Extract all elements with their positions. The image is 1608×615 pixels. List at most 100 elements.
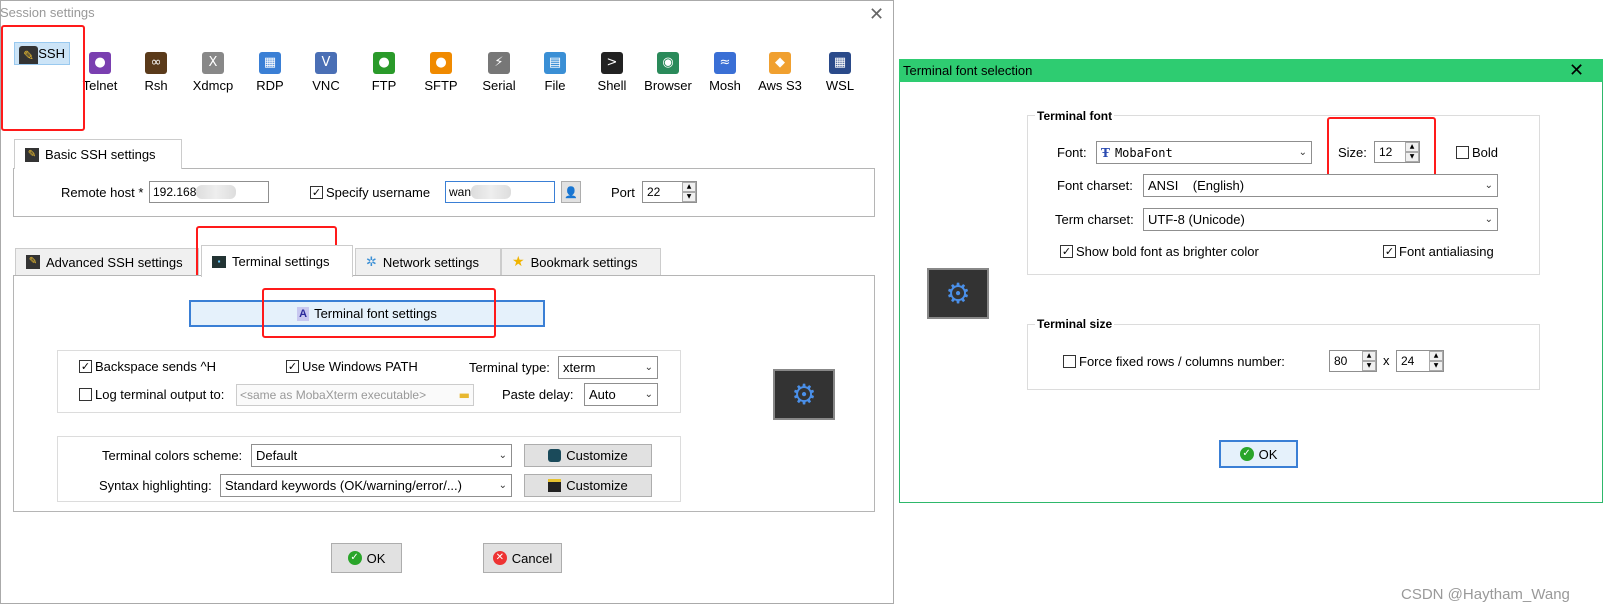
tab-terminal-settings[interactable]: ▪ Terminal settings bbox=[201, 245, 353, 277]
session-type-label: Rsh bbox=[144, 78, 168, 93]
session-type-rsh[interactable]: ∞ Rsh bbox=[128, 42, 184, 106]
font-ok-button[interactable]: ✓ OK bbox=[1219, 440, 1298, 468]
bold-brighter-label: Show bold font as brighter color bbox=[1076, 244, 1259, 259]
paste-delay-value: Auto bbox=[589, 387, 616, 402]
font-select[interactable]: Ŧ MobaFont ⌄ bbox=[1096, 141, 1312, 164]
tab-label: Advanced SSH settings bbox=[46, 254, 183, 270]
session-type-xdmcp[interactable]: X Xdmcp bbox=[185, 42, 241, 106]
spin-down-icon[interactable]: ▼ bbox=[1362, 361, 1376, 371]
close-icon[interactable]: ✕ bbox=[869, 6, 884, 24]
paste-delay-label: Paste delay: bbox=[502, 387, 574, 402]
paste-delay-select[interactable]: Auto ⌄ bbox=[584, 383, 658, 406]
session-type-serial[interactable]: ⚡ Serial bbox=[471, 42, 527, 106]
vnc-icon: V bbox=[315, 52, 337, 74]
watermark: CSDN @Haytham_Wang bbox=[1401, 586, 1570, 603]
browser-icon: ◉ bbox=[657, 52, 679, 74]
button-label: Terminal font settings bbox=[314, 306, 437, 321]
font-charset-select[interactable]: ANSI (English) ⌄ bbox=[1143, 174, 1498, 197]
terminal-font-group-label: Terminal font bbox=[1035, 109, 1115, 123]
tab-advanced-ssh-settings[interactable]: ✎ Advanced SSH settings bbox=[15, 248, 199, 275]
customize-syntax-button[interactable]: Customize bbox=[524, 474, 652, 497]
username-input[interactable]: wan bbox=[445, 181, 555, 203]
session-type-rdp[interactable]: ▦ RDP bbox=[242, 42, 298, 106]
backspace-checkbox[interactable]: ✓ Backspace sends ^H bbox=[79, 359, 216, 374]
terminal-font-settings-button[interactable]: A Terminal font settings bbox=[189, 300, 545, 327]
port-value: 22 bbox=[647, 185, 661, 199]
session-type-aws-s3[interactable]: ◆ Aws S3 bbox=[752, 42, 808, 106]
check-icon: ✓ bbox=[1239, 447, 1254, 461]
spin-down-icon[interactable]: ▼ bbox=[1405, 152, 1419, 162]
log-output-checkbox[interactable]: Log terminal output to: bbox=[79, 387, 224, 402]
button-label: Customize bbox=[566, 448, 628, 463]
session-type-wsl[interactable]: ▦ WSL bbox=[812, 42, 868, 106]
close-icon[interactable]: ✕ bbox=[1569, 62, 1584, 80]
chevron-down-icon: ⌄ bbox=[1484, 214, 1493, 225]
spin-down-icon[interactable]: ▼ bbox=[682, 192, 696, 202]
session-type-label: Mosh bbox=[709, 78, 741, 93]
spin-up-icon[interactable]: ▲ bbox=[1405, 142, 1419, 152]
customize-colors-button[interactable]: Customize bbox=[524, 444, 652, 467]
size-stepper[interactable]: 12 ▲ ▼ bbox=[1374, 141, 1420, 163]
cols-value: 24 bbox=[1401, 354, 1415, 368]
bold-brighter-checkbox[interactable]: ✓ Show bold font as brighter color bbox=[1060, 244, 1259, 259]
truetype-icon: Ŧ bbox=[1101, 145, 1110, 160]
session-type-mosh[interactable]: ≈ Mosh bbox=[697, 42, 753, 106]
session-type-ssh[interactable]: ✎ SSH bbox=[14, 42, 70, 65]
session-type-label: File bbox=[544, 78, 566, 93]
blurred-region bbox=[471, 185, 512, 199]
xdmcp-icon: X bbox=[202, 52, 224, 74]
specify-username-label: Specify username bbox=[326, 185, 431, 200]
tab-network-settings[interactable]: ✲ Network settings bbox=[355, 248, 501, 275]
size-label: Size: bbox=[1338, 145, 1367, 160]
spin-up-icon[interactable]: ▲ bbox=[1362, 351, 1376, 361]
user-picker-icon[interactable]: 👤 bbox=[561, 181, 581, 203]
port-label: Port bbox=[611, 185, 635, 200]
session-type-ftp[interactable]: ● FTP bbox=[356, 42, 412, 106]
x-separator: x bbox=[1383, 353, 1390, 368]
tab-basic-ssh-settings[interactable]: ✎ Basic SSH settings bbox=[14, 139, 182, 169]
session-type-shell[interactable]: > Shell bbox=[584, 42, 640, 106]
antialias-label: Font antialiasing bbox=[1399, 244, 1494, 259]
session-type-browser[interactable]: ◉ Browser bbox=[640, 42, 696, 106]
session-type-label: WSL bbox=[825, 78, 855, 93]
bold-checkbox[interactable]: Bold bbox=[1456, 145, 1498, 160]
syntax-select[interactable]: Standard keywords (OK/warning/error/...)… bbox=[220, 474, 512, 497]
remote-host-input[interactable]: 192.168 bbox=[149, 181, 269, 203]
checkbox-checked: ✓ bbox=[79, 360, 92, 373]
spin-down-icon[interactable]: ▼ bbox=[1429, 361, 1443, 371]
force-fixed-checkbox[interactable]: Force fixed rows / columns number: bbox=[1063, 354, 1285, 369]
log-output-input[interactable]: <same as MobaXterm executable> ▬ bbox=[236, 384, 474, 406]
cancel-button[interactable]: ✕ Cancel bbox=[483, 543, 562, 573]
ok-button[interactable]: ✓ OK bbox=[331, 543, 402, 573]
cols-stepper[interactable]: 24 ▲ ▼ bbox=[1396, 350, 1444, 372]
session-type-sftp[interactable]: ● SFTP bbox=[413, 42, 469, 106]
specify-username-checkbox[interactable]: ✓ Specify username bbox=[310, 185, 430, 200]
session-type-vnc[interactable]: V VNC bbox=[298, 42, 354, 106]
spin-up-icon[interactable]: ▲ bbox=[1429, 351, 1443, 361]
tab-label: Bookmark settings bbox=[530, 254, 638, 270]
antialias-checkbox[interactable]: ✓ Font antialiasing bbox=[1383, 244, 1494, 259]
button-label: Customize bbox=[566, 478, 628, 493]
tab-bookmark-settings[interactable]: ★ Bookmark settings bbox=[501, 248, 661, 275]
session-type-telnet[interactable]: ● Telnet bbox=[72, 42, 128, 106]
session-type-file[interactable]: ▤ File bbox=[527, 42, 583, 106]
checkbox-unchecked bbox=[1063, 355, 1076, 368]
font-charset-value: ANSI (English) bbox=[1148, 178, 1245, 193]
colors-scheme-select[interactable]: Default ⌄ bbox=[251, 444, 512, 467]
port-stepper[interactable]: 22 ▲ ▼ bbox=[642, 181, 697, 203]
checkbox-checked: ✓ bbox=[1060, 245, 1073, 258]
gears-icon: ⚙ bbox=[927, 268, 989, 319]
palette-icon bbox=[548, 449, 562, 462]
session-window-title: Session settings bbox=[0, 5, 95, 20]
folder-icon[interactable]: ▬ bbox=[459, 388, 470, 402]
wrench-icon: ✎ bbox=[26, 255, 40, 269]
spin-up-icon[interactable]: ▲ bbox=[682, 182, 696, 192]
wrench-icon: ✎ bbox=[25, 147, 39, 162]
checkbox-unchecked bbox=[79, 388, 92, 401]
use-windows-path-checkbox[interactable]: ✓ Use Windows PATH bbox=[286, 359, 418, 374]
term-charset-select[interactable]: UTF-8 (Unicode) ⌄ bbox=[1143, 208, 1498, 231]
gears-icon: ⚙ bbox=[773, 369, 835, 420]
rows-stepper[interactable]: 80 ▲ ▼ bbox=[1329, 350, 1377, 372]
colors-scheme-value: Default bbox=[256, 448, 298, 463]
terminal-type-select[interactable]: xterm ⌄ bbox=[558, 356, 658, 379]
